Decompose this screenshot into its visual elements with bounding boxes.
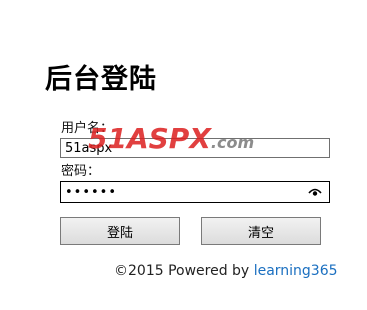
clear-button[interactable]: 清空	[201, 217, 321, 245]
password-input[interactable]	[60, 181, 330, 203]
footer: ©2015 Powered by learning365	[114, 262, 338, 280]
password-label: 密码：	[61, 164, 101, 179]
learning365-link[interactable]: learning365	[254, 263, 338, 279]
login-button[interactable]: 登陆	[60, 217, 180, 245]
eye-icon[interactable]	[308, 186, 322, 198]
copyright-text: ©2015 Powered by	[114, 263, 250, 279]
page-title: 后台登陆	[45, 64, 157, 95]
username-label: 用户名：	[61, 121, 114, 136]
username-input[interactable]	[60, 138, 330, 158]
